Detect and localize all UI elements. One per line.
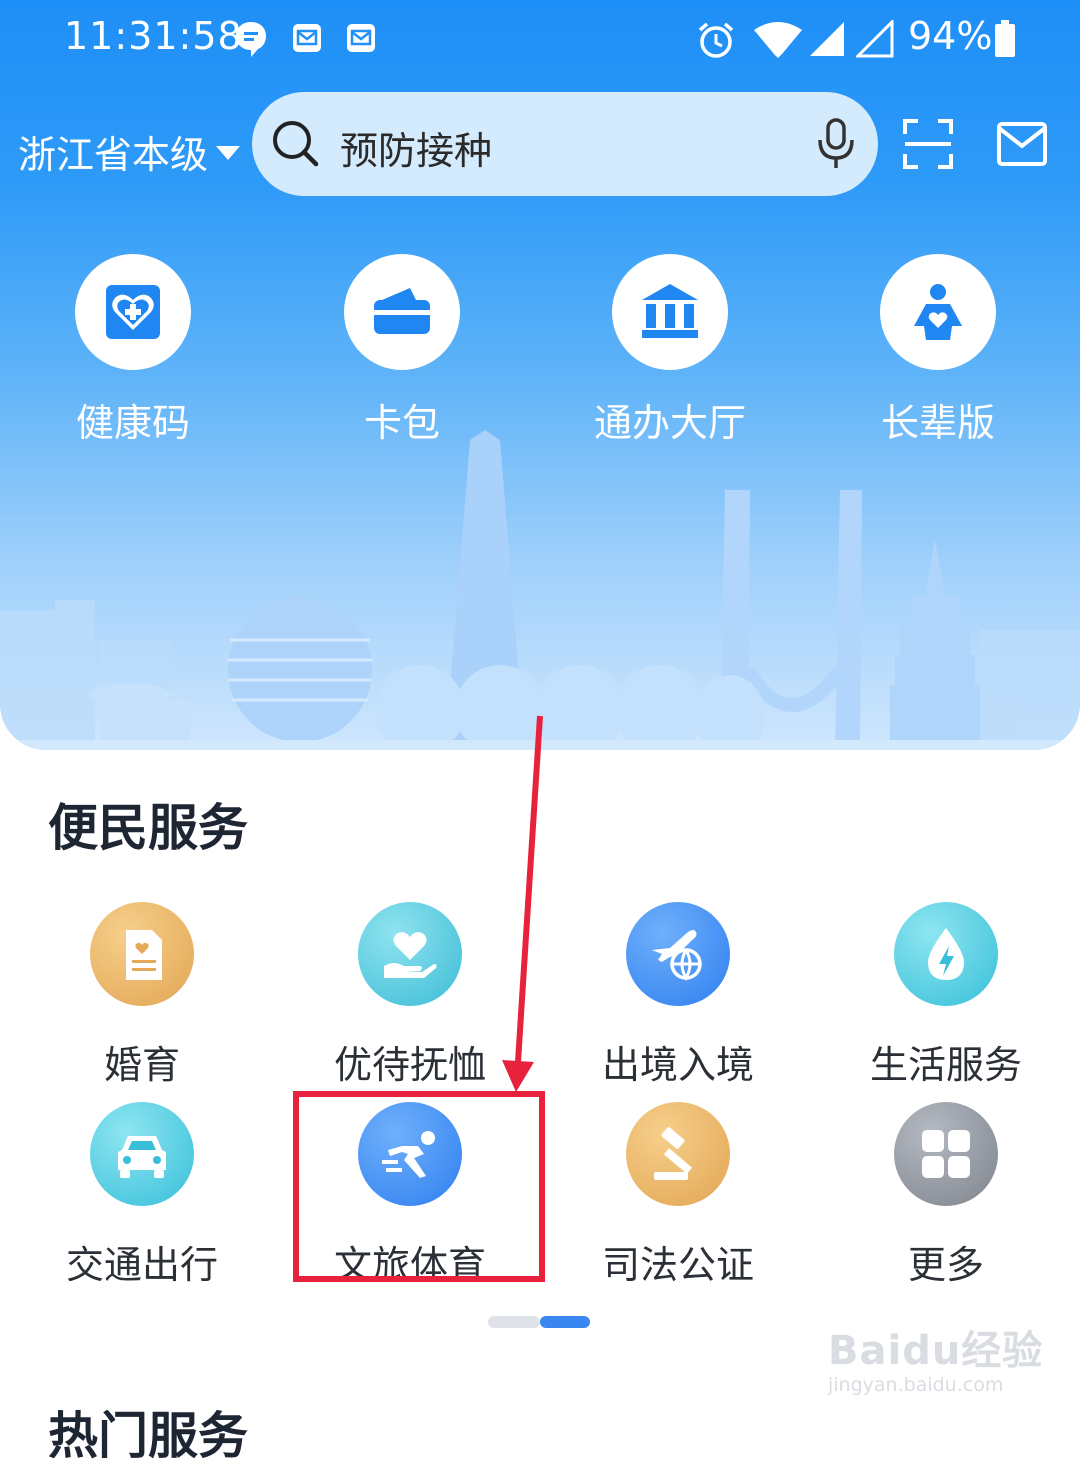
- search-icon: [273, 121, 319, 167]
- quick-entry-wallet[interactable]: 卡包: [312, 254, 492, 447]
- chat-notification-icon: [236, 22, 266, 57]
- service-care[interactable]: 优待抚恤: [300, 902, 520, 1089]
- service-label: 更多: [907, 1243, 984, 1287]
- microphone-icon[interactable]: [814, 116, 858, 172]
- signal-icon: [810, 22, 844, 56]
- service-label: 出境入境: [601, 1043, 754, 1087]
- service-living[interactable]: 生活服务: [836, 902, 1056, 1089]
- city-skyline-illustration: [0, 430, 1080, 750]
- status-bar: 11:31:58 94%: [0, 0, 1080, 80]
- signal-icon: [856, 20, 894, 58]
- search-bar[interactable]: 预防接种: [252, 92, 878, 196]
- baidu-watermark: Baidu经验 jingyan.baidu.com: [828, 1318, 1043, 1396]
- service-label: 交通出行: [65, 1243, 218, 1287]
- service-more[interactable]: 更多: [836, 1102, 1056, 1289]
- service-label: 司法公证: [601, 1243, 754, 1287]
- service-label: 婚育: [103, 1043, 180, 1087]
- alarm-icon: [698, 22, 734, 58]
- battery-percent: 94%: [908, 14, 993, 58]
- utility-icon: [894, 902, 998, 1006]
- mail-notification-icon: [293, 24, 321, 52]
- region-selector[interactable]: 浙江省本级: [18, 124, 241, 179]
- service-judicial[interactable]: 司法公证: [568, 1102, 788, 1289]
- grid-icon: [894, 1102, 998, 1206]
- quick-entry-label: 长辈版: [880, 401, 995, 445]
- annotation-highlight-box: [293, 1091, 545, 1282]
- car-icon: [90, 1102, 194, 1206]
- quick-entry-health-code[interactable]: 健康码: [43, 254, 223, 447]
- plane-icon: [626, 902, 730, 1006]
- page-indicator-dot: [488, 1316, 540, 1328]
- message-icon[interactable]: [996, 118, 1048, 170]
- service-transport[interactable]: 交通出行: [32, 1102, 252, 1289]
- quick-entry-label: 卡包: [363, 401, 440, 445]
- service-marriage[interactable]: 婚育: [32, 902, 252, 1089]
- section-title-hot-services: 热门服务: [48, 1407, 248, 1465]
- section-title-convenience: 便民服务: [48, 799, 248, 857]
- scan-icon[interactable]: [902, 118, 954, 170]
- quick-entry-label: 通办大厅: [593, 401, 746, 445]
- service-label: 优待抚恤: [333, 1043, 486, 1087]
- search-placeholder: 预防接种: [340, 129, 493, 173]
- page-indicator-dot-active: [540, 1316, 590, 1328]
- battery-icon: [995, 20, 1015, 57]
- mail-notification-icon: [347, 24, 375, 52]
- status-time: 11:31:58: [64, 14, 243, 58]
- page-indicator: [488, 1316, 590, 1328]
- watermark-line1: Baidu经验: [828, 1328, 1044, 1374]
- wifi-icon: [754, 22, 802, 58]
- health-code-icon: [75, 254, 191, 370]
- quick-entry-elder-mode[interactable]: 长辈版: [848, 254, 1028, 447]
- quick-entry-label: 健康码: [75, 401, 190, 445]
- care-icon: [358, 902, 462, 1006]
- service-label: 生活服务: [869, 1043, 1022, 1087]
- marriage-icon: [90, 902, 194, 1006]
- quick-entry-hall[interactable]: 通办大厅: [580, 254, 760, 447]
- elder-icon: [880, 254, 996, 370]
- gavel-icon: [626, 1102, 730, 1206]
- hall-icon: [612, 254, 728, 370]
- wallet-icon: [344, 254, 460, 370]
- watermark-line2: jingyan.baidu.com: [828, 1374, 1004, 1396]
- region-label: 浙江省本级: [18, 133, 209, 177]
- service-entry-exit[interactable]: 出境入境: [568, 902, 788, 1089]
- caret-down-icon: [216, 145, 241, 160]
